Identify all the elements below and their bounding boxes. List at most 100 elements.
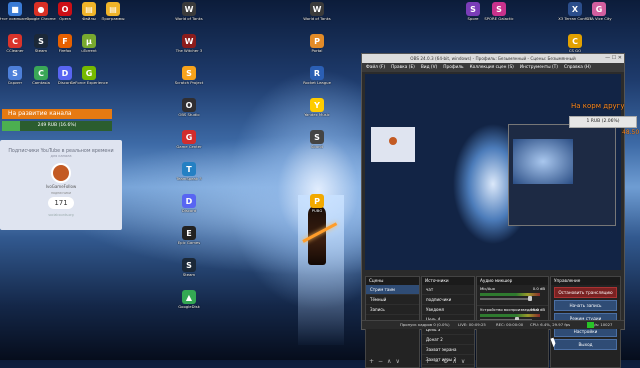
live-time: LIVE: 00:09:25 — [458, 322, 486, 327]
desktop-icon[interactable]: S Scratch Project — [175, 66, 203, 96]
window-controls[interactable]: — ☐ ✕ — [605, 54, 622, 63]
desktop-icon[interactable]: D Discord — [176, 194, 202, 224]
desktop-icon[interactable]: S Steam — [28, 34, 54, 64]
controls-header: Управление — [551, 277, 620, 285]
scenes-list: Стрим таим Тёмный Запись — [366, 285, 419, 315]
desktop-icon[interactable]: G Game Center — [176, 130, 202, 160]
channel-name: IvoGameFollow — [45, 184, 77, 189]
desktop-icon[interactable]: E Epic Games — [176, 226, 202, 256]
app-icon: Y — [310, 98, 324, 112]
app-icon: W — [182, 34, 196, 48]
desktop-icon-label: uTorrent — [81, 48, 97, 53]
app-icon: T — [182, 162, 196, 176]
control-button[interactable]: Выход — [554, 339, 617, 350]
obs-status-bar: Пропуск кадров 0 (0.0%) LIVE: 00:09:25 R… — [362, 320, 624, 329]
desktop-icon[interactable]: ▤ Файлы — [76, 2, 102, 32]
menu-item[interactable]: Профиль — [443, 65, 463, 70]
sources-controls[interactable]: +−⚙∧∨ — [425, 358, 469, 365]
volume-slider-knob[interactable] — [527, 296, 532, 301]
app-icon: C — [8, 34, 22, 48]
obs-window[interactable]: OBS 24.0.3 (64-bit, windows) - Профиль: … — [361, 53, 625, 368]
app-icon: C — [568, 34, 582, 48]
source-item[interactable]: Донат 2 — [422, 335, 474, 345]
desktop-icon-label: TeamSpeak 3 — [176, 176, 202, 181]
scene-item[interactable]: Тёмный — [366, 295, 419, 305]
donation-title: На развитие канала — [2, 109, 112, 119]
desktop-icon-label: Epic Games — [177, 240, 201, 245]
desktop-icon[interactable]: P PUBG — [304, 194, 330, 224]
desktop-icon[interactable]: ▤ Программы — [100, 2, 126, 32]
desktop-icon[interactable]: S SPORE Galactic — [484, 2, 514, 32]
desktop-icon[interactable]: W The Witcher 3 — [176, 34, 202, 64]
control-button[interactable]: Начать запись — [554, 300, 617, 311]
desktop-icon[interactable]: S Скрипт — [2, 66, 28, 96]
source-item[interactable]: Уведомл — [422, 305, 474, 315]
preview-youtube-widget — [371, 127, 415, 162]
desktop-icon[interactable]: F Firefox — [52, 34, 78, 64]
menu-item[interactable]: Правка (E) — [391, 65, 415, 70]
desktop-icon-label: Скрипт — [7, 80, 23, 85]
desktop-icon[interactable]: O Opera — [52, 2, 78, 32]
scene-item[interactable]: Стрим таим — [366, 285, 419, 295]
desktop-icon-label: CCleaner — [6, 48, 24, 53]
control-button[interactable]: Остановить трансляцию — [554, 287, 617, 298]
desktop-icon[interactable]: S Steam — [176, 258, 202, 288]
minimize-icon[interactable]: — — [605, 55, 610, 61]
desktop-icon[interactable]: C Camtasia — [28, 66, 54, 96]
desktop-icon[interactable]: G GeForce Experience — [70, 66, 108, 96]
youtube-counter-widget: Подписчики YouTube в реальном времени дл… — [0, 140, 122, 230]
desktop-icon[interactable]: S Spore — [460, 2, 486, 32]
desktop-icon[interactable]: µ uTorrent — [76, 34, 102, 64]
desktop-icon[interactable]: ● Google Chrome — [26, 2, 56, 32]
source-item[interactable]: подписчики — [422, 295, 474, 305]
desktop-icon[interactable]: Y Yandex Music — [304, 98, 330, 128]
desktop-icon-label: Opera — [59, 16, 71, 21]
app-icon: G — [592, 2, 606, 16]
desktop-icon[interactable]: X X3 Terran Conflict — [558, 2, 592, 32]
app-icon: E — [182, 226, 196, 240]
source-item[interactable]: Захват экрана — [422, 345, 474, 355]
desktop-icon[interactable]: W World of Tanks — [303, 2, 331, 32]
obs-window-title: OBS 24.0.3 (64-bit, windows) - Профиль: … — [410, 56, 576, 61]
desktop-icon[interactable]: R Rocket League — [303, 66, 331, 96]
close-icon[interactable]: ✕ — [618, 55, 622, 61]
app-icon: S — [182, 66, 196, 80]
yt-widget-subtitle: для канала — [50, 154, 72, 158]
source-item[interactable]: чат — [422, 285, 474, 295]
desktop-icon[interactable]: P Portal — [304, 34, 330, 64]
preview-nested-preview — [513, 139, 573, 184]
goal-title: На корм другу — [571, 102, 625, 110]
desktop-icon[interactable]: S Sound — [304, 130, 330, 160]
desktop-icon[interactable]: ▲ GoogleDisk — [176, 290, 202, 320]
controls-list: Остановить трансляцию Начать запись Режим … — [551, 287, 620, 350]
obs-title-bar[interactable]: OBS 24.0.3 (64-bit, windows) - Профиль: … — [362, 54, 624, 63]
mixer-channel-name: Mic/Aux — [480, 286, 495, 291]
channel-avatar — [51, 163, 71, 183]
maximize-icon[interactable]: ☐ — [612, 55, 616, 61]
menu-item[interactable]: Вид (V) — [421, 65, 437, 70]
subs-count: 171 — [48, 197, 74, 209]
scenes-header: Сцены — [366, 277, 419, 285]
desktop-icon[interactable]: G GTA Vice City — [586, 2, 612, 32]
desktop-icon[interactable]: T TeamSpeak 3 — [176, 162, 202, 192]
desktop-icon[interactable]: C CCleaner — [2, 34, 28, 64]
app-icon: ● — [34, 2, 48, 16]
scenes-controls[interactable]: +−∧∨ — [369, 358, 404, 365]
menu-item[interactable]: Инструменты (T) — [520, 65, 558, 70]
menu-item[interactable]: Файл (F) — [366, 65, 385, 70]
app-icon: S — [310, 130, 324, 144]
app-icon: O — [58, 2, 72, 16]
desktop-icon[interactable]: W World of Tanks — [175, 2, 203, 32]
app-icon: µ — [82, 34, 96, 48]
scene-item[interactable]: Запись — [366, 305, 419, 315]
desktop-icon[interactable]: O OBS Studio — [176, 98, 202, 128]
app-icon: D — [182, 194, 196, 208]
menu-item[interactable]: Справка (H) — [564, 65, 591, 70]
desktop-icon[interactable]: ■ Этот компьютер — [0, 2, 31, 32]
goal-target: 48.50 — [622, 129, 640, 136]
mixer-db-value: -15.0 dB — [528, 307, 545, 312]
volume-slider[interactable] — [480, 298, 532, 300]
app-icon: G — [82, 66, 96, 80]
app-icon: S — [182, 258, 196, 272]
menu-item[interactable]: Коллекция сцен (S) — [470, 65, 514, 70]
